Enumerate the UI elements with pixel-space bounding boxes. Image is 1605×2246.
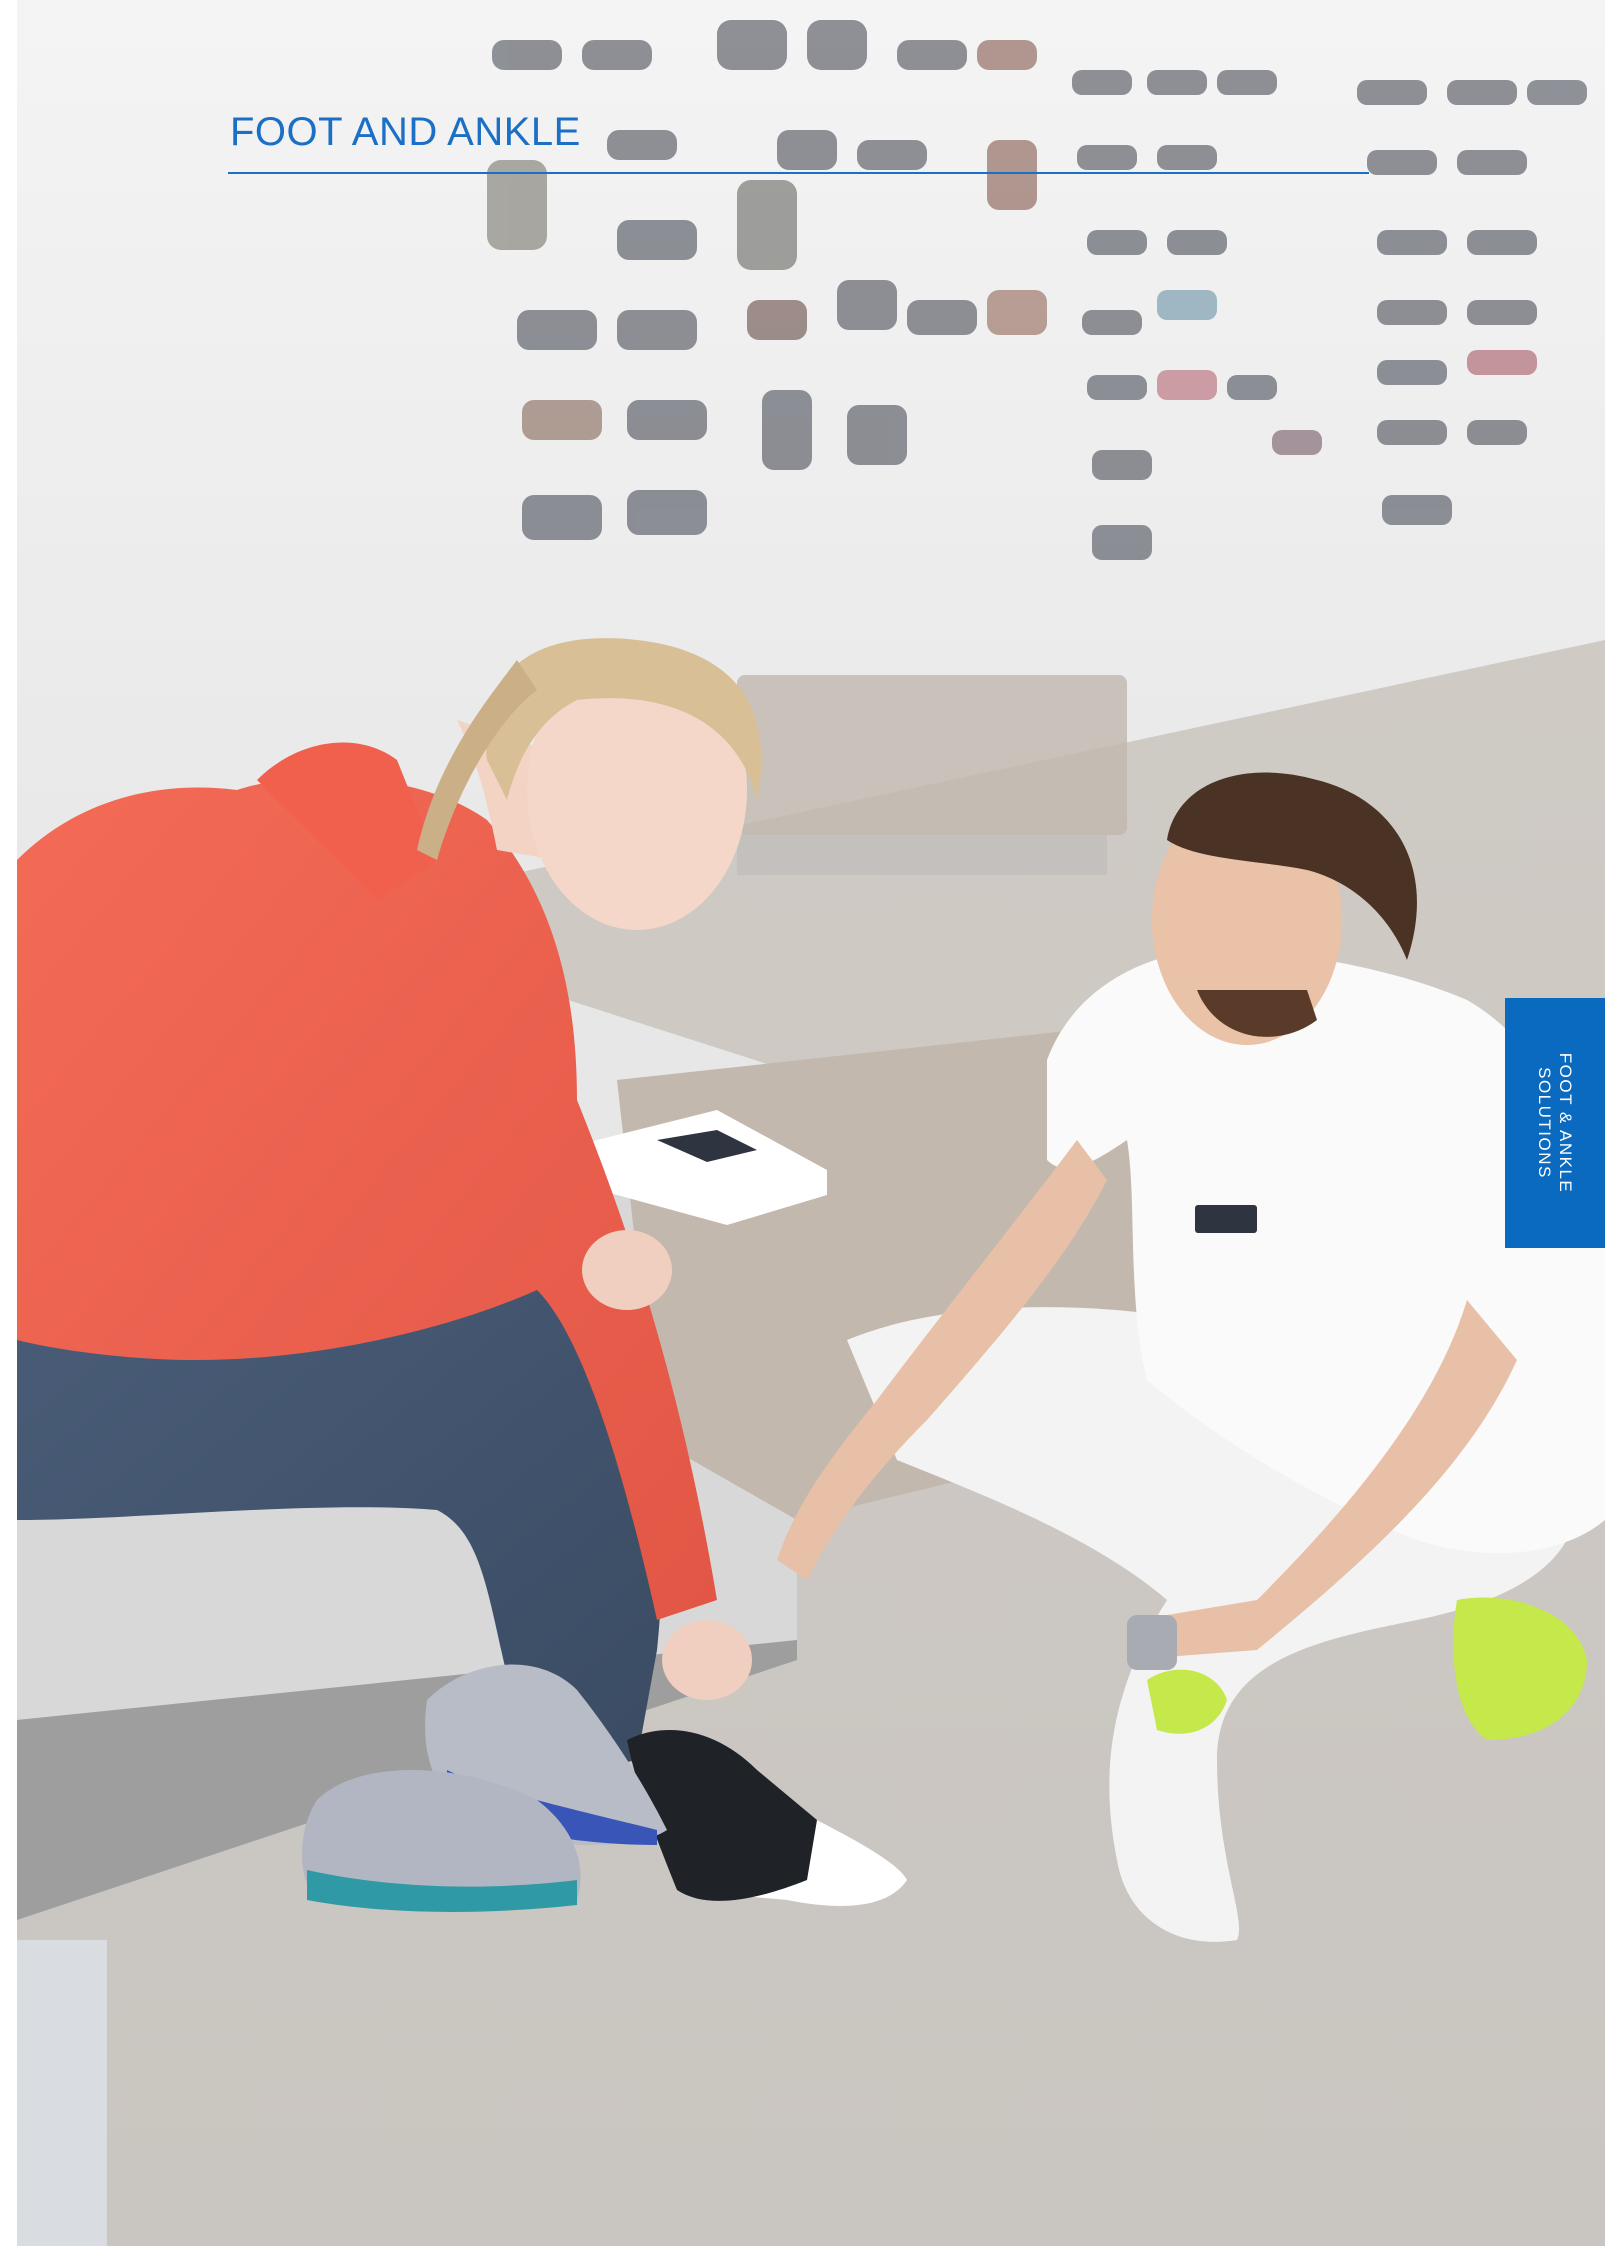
hero-photo [17,0,1605,2246]
title-divider [228,172,1369,174]
photo-illustration [17,0,1605,2246]
brochure-page: FOOT AND ANKLE FOOT & ANKLE SOLUTIONS [0,0,1605,2246]
section-title: FOOT AND ANKLE [230,110,581,154]
side-tab-line-1: FOOT & ANKLE [1556,1052,1575,1194]
side-tab-line-2: SOLUTIONS [1535,1067,1554,1179]
side-tab-label: FOOT & ANKLE SOLUTIONS [1534,1053,1576,1194]
side-tab[interactable]: FOOT & ANKLE SOLUTIONS [1505,998,1605,1248]
